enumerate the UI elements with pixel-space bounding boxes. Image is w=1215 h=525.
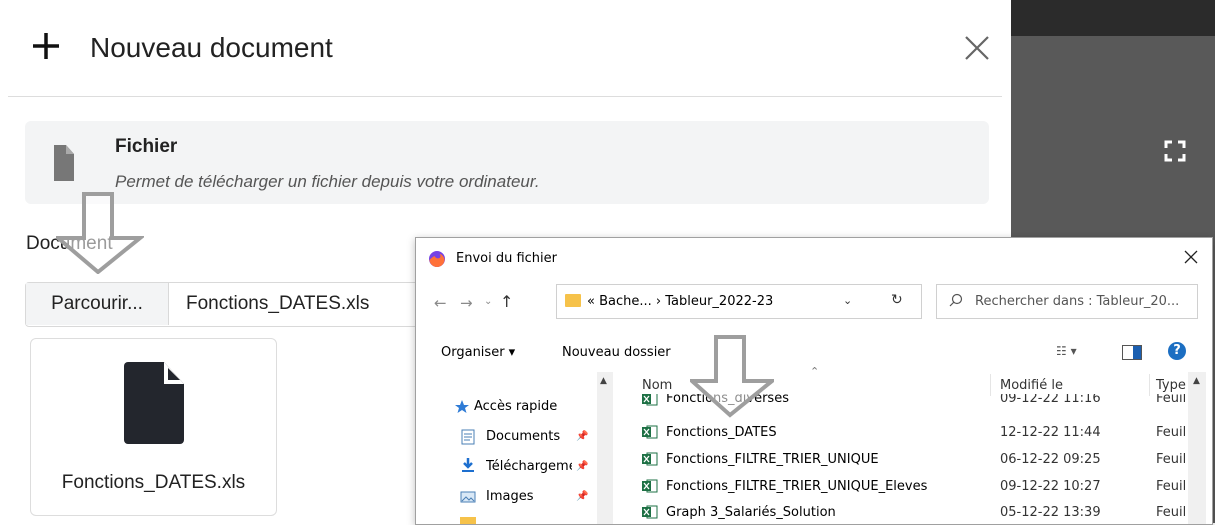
file-modified: 05-12-22 13:39 <box>1000 505 1101 520</box>
tile-filename: Fonctions_DATES.xls <box>61 472 246 493</box>
new-folder-button[interactable]: Nouveau dossier <box>562 345 671 360</box>
scroll-up-icon[interactable]: ▲ <box>1193 376 1200 386</box>
scroll-up-icon[interactable]: ▲ <box>600 376 607 386</box>
file-name: Fonctions_DATES <box>666 425 777 440</box>
nav-item-label: Images <box>486 489 534 504</box>
pin-icon: 📌 <box>576 431 589 442</box>
selected-filename: Fonctions_DATES.xls <box>186 293 370 314</box>
file-modified: 09-12-22 11:16 <box>1000 394 1101 406</box>
file-row[interactable]: Fonctions_FILTRE_TRIER_UNIQUE_Eleves 09-… <box>626 475 1186 499</box>
column-divider[interactable] <box>990 374 991 396</box>
folder-icon <box>460 517 476 524</box>
file-type: Feuil <box>1156 505 1187 520</box>
excel-file-icon <box>642 394 658 406</box>
refresh-icon[interactable]: ↻ <box>891 292 903 308</box>
plus-icon <box>33 33 59 59</box>
up-arrow-icon[interactable]: ↑ <box>500 292 513 311</box>
column-header-name[interactable]: Nom <box>642 378 672 393</box>
column-divider[interactable] <box>1149 374 1150 396</box>
column-header-modified[interactable]: Modifié le <box>1000 378 1063 393</box>
file-type: Feuil <box>1156 425 1187 440</box>
fullscreen-icon[interactable] <box>1163 139 1187 163</box>
back-arrow-icon[interactable]: ← <box>434 294 447 312</box>
search-input[interactable]: Rechercher dans : Tableur_20... <box>936 284 1198 319</box>
history-dropdown-icon[interactable]: ⌄ <box>484 296 492 307</box>
organise-menu[interactable]: Organiser ▾ <box>441 345 515 360</box>
dialog-title: Envoi du fichier <box>456 251 557 266</box>
preview-pane-fill <box>1133 346 1141 359</box>
address-bar[interactable]: « Bache... › Tableur_2022-23 ⌄ ↻ <box>556 284 922 319</box>
download-icon <box>462 458 474 472</box>
file-icon <box>54 145 74 181</box>
search-icon <box>949 293 963 307</box>
chevron-down-icon[interactable]: ⌄ <box>843 294 852 307</box>
view-options-icon[interactable]: ☷ ▾ <box>1056 344 1096 360</box>
file-name: Graph 3_Salariés_Solution <box>666 505 836 520</box>
excel-file-icon <box>642 425 658 439</box>
pin-icon: 📌 <box>576 461 589 472</box>
close-icon[interactable] <box>962 33 992 63</box>
nav-scrollbar[interactable] <box>597 372 613 524</box>
down-arrow-annotation-icon <box>56 192 144 274</box>
column-header-type[interactable]: Type <box>1156 378 1186 393</box>
file-modified: 12-12-22 11:44 <box>1000 425 1101 440</box>
file-option-description: Permet de télécharger un fichier depuis … <box>115 172 540 191</box>
nav-item-label: Téléchargeme <box>486 459 572 474</box>
file-name: Fonctions_FILTRE_TRIER_UNIQUE <box>666 452 879 467</box>
backdrop-header <box>1011 0 1215 36</box>
file-name: Fonctions_FILTRE_TRIER_UNIQUE_Eleves <box>666 479 928 494</box>
sort-indicator-icon: ⌃ <box>810 365 820 378</box>
nav-item-label: Documents <box>486 429 561 444</box>
excel-file-icon <box>642 452 658 466</box>
pin-icon: 📌 <box>576 491 589 502</box>
file-list-scrollbar[interactable] <box>1188 372 1206 524</box>
divider <box>8 96 1002 97</box>
panel-title: Nouveau document <box>90 32 333 63</box>
file-row[interactable]: Graph 3_Salariés_Solution 05-12-22 13:39… <box>626 501 1187 524</box>
dialog-close-icon[interactable] <box>1182 248 1200 266</box>
star-icon <box>455 400 469 413</box>
breadcrumb: « Bache... › Tableur_2022-23 <box>587 294 774 309</box>
search-placeholder: Rechercher dans : Tableur_20... <box>975 294 1180 309</box>
firefox-icon <box>429 251 445 268</box>
file-type: Feuil <box>1156 479 1187 494</box>
file-modified: 06-12-22 09:25 <box>1000 452 1101 467</box>
documents-icon <box>461 429 475 445</box>
folder-icon <box>565 294 581 307</box>
forward-arrow-icon[interactable]: → <box>460 294 473 312</box>
file-modified: 09-12-22 10:27 <box>1000 479 1101 494</box>
file-row[interactable]: Fonctions_FILTRE_TRIER_UNIQUE 06-12-22 0… <box>626 448 1186 472</box>
document-icon <box>124 362 184 444</box>
file-type: Feuil <box>1156 452 1187 467</box>
help-icon[interactable]: ? <box>1168 342 1186 360</box>
preview-pane-icon[interactable] <box>1122 345 1142 360</box>
excel-file-icon <box>642 479 658 493</box>
down-arrow-annotation-icon <box>690 335 774 418</box>
file-upload-dialog: Envoi du fichier ← → ⌄ ↑ « Bache... › Ta… <box>415 237 1213 525</box>
file-row[interactable]: Fonctions_DATES 12-12-22 11:44 Feuil <box>626 421 1186 445</box>
file-type: Feuil <box>1156 394 1186 406</box>
images-icon <box>460 491 476 503</box>
file-option-title: Fichier <box>115 136 178 157</box>
nav-item-label: Accès rapide <box>474 399 558 414</box>
excel-file-icon <box>642 505 658 519</box>
browse-button[interactable]: Parcourir... <box>26 283 169 325</box>
